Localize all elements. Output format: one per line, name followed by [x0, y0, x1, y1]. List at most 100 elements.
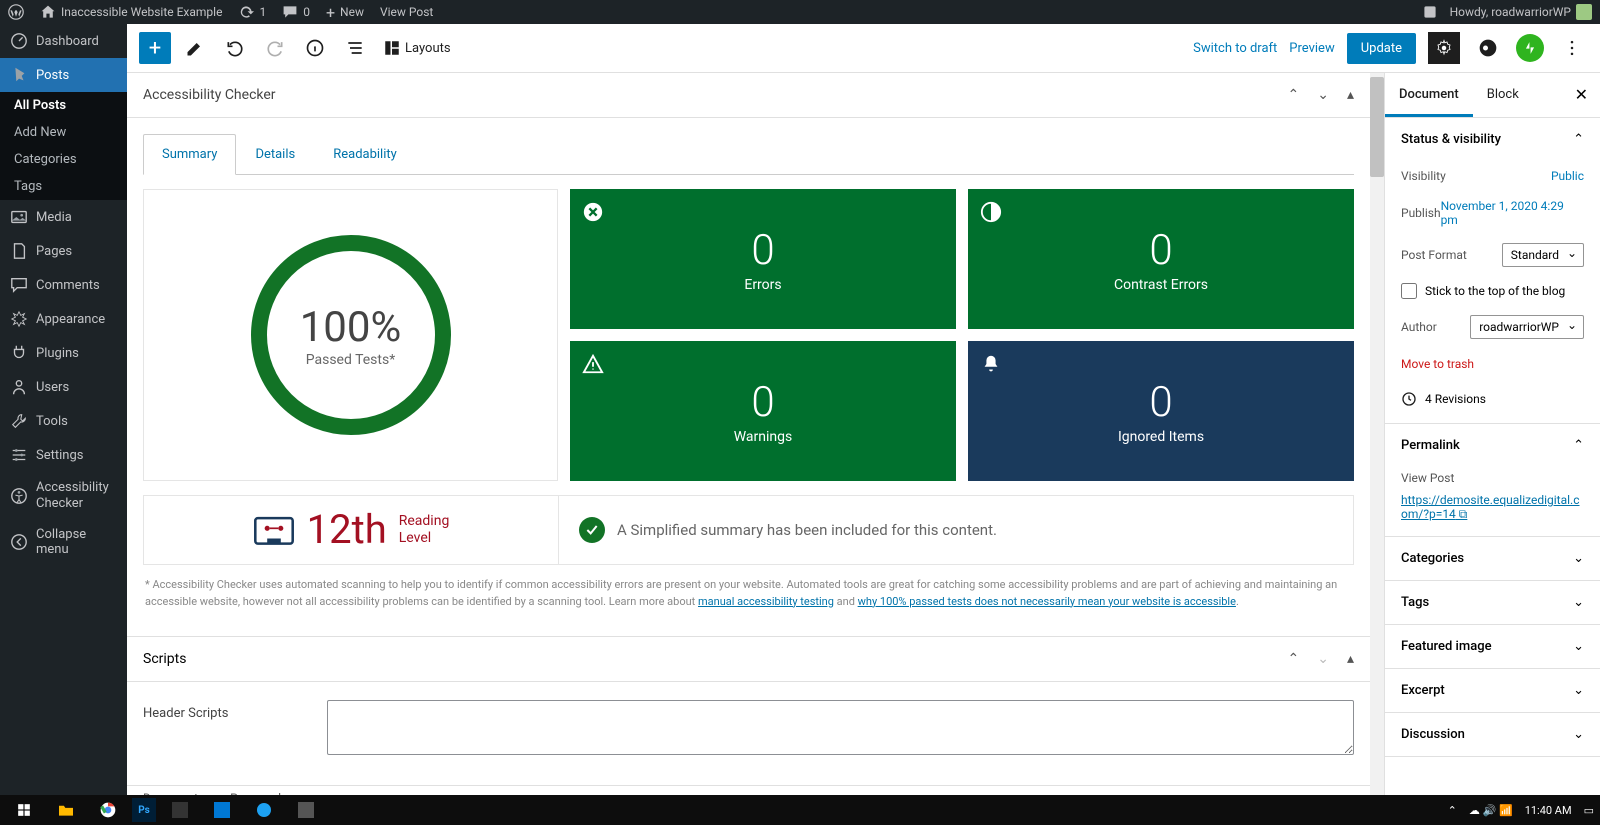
panel-up-icon[interactable]: ⌃ — [1288, 87, 1300, 103]
tab-summary[interactable]: Summary — [143, 134, 236, 175]
sidebar-collapse[interactable]: Collapse menu — [0, 519, 127, 565]
updates[interactable]: 1 — [238, 4, 266, 20]
preview-button[interactable]: Preview — [1289, 41, 1334, 56]
tab-readability[interactable]: Readability — [314, 134, 416, 175]
view-post[interactable]: View Post — [380, 5, 433, 19]
tile-warnings[interactable]: 0 Warnings — [570, 341, 956, 481]
info-icon[interactable] — [299, 32, 331, 64]
stick-label: Stick to the top of the blog — [1425, 284, 1565, 298]
settings-close-icon[interactable]: ✕ — [1563, 73, 1600, 117]
sidebar-sub-categories[interactable]: Categories — [0, 146, 127, 173]
jetpack-icon[interactable] — [1516, 34, 1544, 62]
site-name[interactable]: Inaccessible Website Example — [40, 4, 222, 20]
app-icon-2[interactable] — [204, 798, 240, 822]
warnings-label: Warnings — [734, 429, 793, 445]
edit-mode-icon[interactable] — [179, 32, 211, 64]
taskbar-time[interactable]: 11:40 AM — [1525, 804, 1572, 817]
passed-tests-gauge: 100% Passed Tests* — [143, 189, 558, 481]
categories-header[interactable]: Categories⌄ — [1385, 537, 1600, 580]
sidebar-item-settings[interactable]: Settings — [0, 438, 127, 472]
sidebar-item-pages[interactable]: Pages — [0, 234, 127, 268]
scripts-down-icon[interactable]: ⌄ — [1317, 651, 1329, 667]
scripts-up-icon[interactable]: ⌃ — [1288, 651, 1300, 667]
sidebar-item-accessibility-checker[interactable]: Accessibility Checker — [0, 472, 127, 519]
sidebar-item-appearance[interactable]: Appearance — [0, 302, 127, 336]
discussion-header[interactable]: Discussion⌄ — [1385, 713, 1600, 756]
canvas-scrollbar[interactable] — [1370, 73, 1384, 795]
redo-icon[interactable] — [259, 32, 291, 64]
tray-up-icon[interactable]: ⌃ — [1448, 804, 1457, 817]
sidebar-item-posts[interactable]: Posts — [0, 58, 127, 92]
file-explorer-icon[interactable] — [48, 798, 84, 822]
tile-ignored[interactable]: 0 Ignored Items — [968, 341, 1354, 481]
sidebar-sub-all-posts[interactable]: All Posts — [0, 92, 127, 119]
stick-checkbox[interactable] — [1401, 283, 1417, 299]
tags-header[interactable]: Tags⌄ — [1385, 581, 1600, 624]
scripts-title: Scripts — [143, 651, 186, 667]
settings-toggle-button[interactable] — [1428, 32, 1460, 64]
reading-icon — [253, 513, 295, 547]
publish-value[interactable]: November 1, 2020 4:29 pm — [1441, 199, 1584, 227]
status-visibility-header[interactable]: Status & visibility⌃ — [1385, 118, 1600, 161]
sidebar-sub-add-new[interactable]: Add New — [0, 119, 127, 146]
notifications-icon[interactable] — [1422, 4, 1438, 20]
panel-down-icon[interactable]: ⌄ — [1317, 87, 1329, 103]
move-to-trash[interactable]: Move to trash — [1401, 347, 1584, 381]
sidebar-item-plugins[interactable]: Plugins — [0, 336, 127, 370]
author-select[interactable]: roadwarriorWP — [1470, 315, 1584, 339]
photoshop-icon[interactable]: Ps — [132, 798, 156, 822]
comments-count[interactable]: 0 — [282, 4, 310, 20]
header-scripts-input[interactable] — [327, 700, 1354, 755]
notification-center-icon[interactable]: ▭ — [1584, 804, 1594, 817]
sidebar-item-media[interactable]: Media — [0, 200, 127, 234]
more-menu-icon[interactable] — [1556, 32, 1588, 64]
new-content[interactable]: +New — [326, 3, 364, 22]
sidebar-sub-tags[interactable]: Tags — [0, 173, 127, 200]
app-icon-1[interactable] — [162, 798, 198, 822]
wp-logo[interactable] — [8, 4, 24, 20]
start-button[interactable] — [6, 798, 42, 822]
passed-tests-link[interactable]: why 100% passed tests does not necessari… — [858, 595, 1236, 608]
reading-label: ReadingLevel — [399, 513, 450, 547]
add-block-button[interactable]: + — [139, 32, 171, 64]
featured-image-header[interactable]: Featured image⌄ — [1385, 625, 1600, 668]
checker-tabs: Summary Details Readability — [127, 118, 1370, 175]
revisions-link[interactable]: 4 Revisions — [1401, 381, 1584, 409]
scripts-collapse-icon[interactable]: ▴ — [1347, 651, 1354, 667]
sidebar-item-dashboard[interactable]: Dashboard — [0, 24, 127, 58]
panel-title: Accessibility Checker — [143, 87, 276, 103]
visibility-value[interactable]: Public — [1551, 169, 1584, 183]
disclaimer-text: * Accessibility Checker uses automated s… — [127, 577, 1370, 624]
layouts-button[interactable]: Layouts — [383, 39, 451, 57]
settings-tab-document[interactable]: Document — [1385, 73, 1473, 117]
permalink-url[interactable]: https://demosite.equalizedigital.com/?p=… — [1401, 489, 1584, 522]
chrome-icon[interactable] — [90, 798, 126, 822]
tile-contrast-errors[interactable]: 0 Contrast Errors — [968, 189, 1354, 329]
permalink-header[interactable]: Permalink⌃ — [1385, 424, 1600, 467]
outline-icon[interactable] — [339, 32, 371, 64]
tile-errors[interactable]: 0 Errors — [570, 189, 956, 329]
howdy[interactable]: Howdy, roadwarriorWP — [1450, 4, 1592, 20]
breadcrumb-document[interactable]: Document — [143, 791, 198, 796]
contrast-count: 0 — [1149, 226, 1172, 275]
post-format-select[interactable]: Standard — [1502, 243, 1584, 267]
breadcrumb-sep: → — [208, 791, 220, 796]
settings-tab-block[interactable]: Block — [1473, 73, 1533, 117]
app-icon-4[interactable] — [288, 798, 324, 822]
panel-collapse-icon[interactable]: ▴ — [1347, 87, 1354, 103]
excerpt-header[interactable]: Excerpt⌄ — [1385, 669, 1600, 712]
update-button[interactable]: Update — [1347, 33, 1416, 64]
tab-details[interactable]: Details — [236, 134, 314, 175]
sidebar-item-tools[interactable]: Tools — [0, 404, 127, 438]
switch-draft-button[interactable]: Switch to draft — [1193, 41, 1277, 56]
sidebar-item-users[interactable]: Users — [0, 370, 127, 404]
editor-main: + Layouts Switch to draft Preview Update — [127, 24, 1600, 795]
undo-icon[interactable] — [219, 32, 251, 64]
tray-icons[interactable]: ☁ 🔊 📶 — [1469, 804, 1513, 817]
reading-level-box: 12th ReadingLevel — [144, 496, 559, 564]
app-icon-3[interactable] — [246, 798, 282, 822]
breadcrumb-paragraph[interactable]: Paragraph — [230, 791, 285, 796]
yoast-icon[interactable] — [1472, 32, 1504, 64]
sidebar-item-comments[interactable]: Comments — [0, 268, 127, 302]
manual-testing-link[interactable]: manual accessibility testing — [698, 595, 834, 608]
